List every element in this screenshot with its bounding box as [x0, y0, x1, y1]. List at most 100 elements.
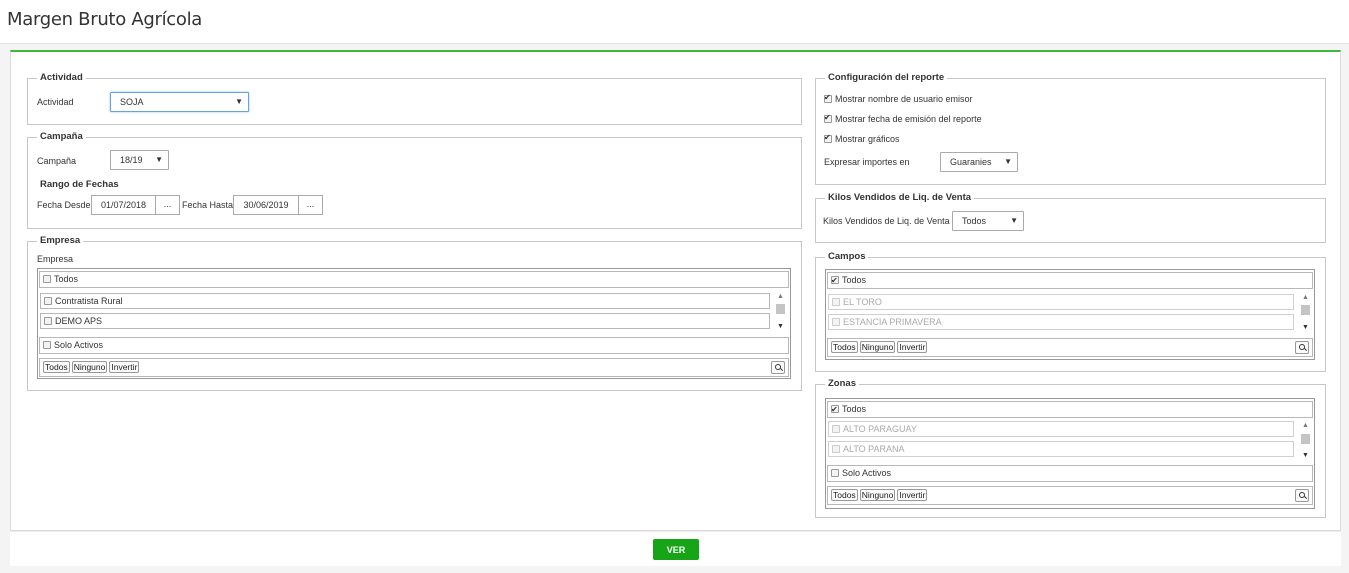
chevron-down-icon: ▼	[1010, 216, 1018, 225]
checkbox-checked-icon[interactable]	[824, 93, 832, 103]
fecha-hasta-input[interactable]: 30/06/2019	[233, 195, 299, 215]
list-item: ALTO PARANA	[828, 441, 1294, 457]
list-item: ALTO PARAGUAY	[828, 421, 1294, 437]
chevron-down-icon: ▼	[1004, 157, 1012, 166]
ver-button[interactable]: VER	[653, 539, 699, 560]
zonas-todos-row[interactable]: Todos	[827, 401, 1313, 418]
importes-value: Guaranies	[950, 157, 992, 167]
checkbox-icon[interactable]	[44, 316, 52, 325]
scroll-up-icon[interactable]: ▲	[1300, 421, 1311, 431]
empresa-label: Empresa	[37, 254, 74, 264]
actividad-select[interactable]: SOJA ▼	[110, 92, 249, 112]
empresa-legend: Empresa	[37, 235, 84, 246]
opt-fecha-emision[interactable]: Mostrar fecha de emisión del reporte	[824, 113, 982, 124]
scroll-thumb[interactable]	[776, 304, 785, 314]
scroll-down-icon[interactable]: ▼	[1300, 323, 1311, 333]
config-fieldset: Configuración del reporte Mostrar nombre…	[815, 72, 1326, 185]
invert-selection-button[interactable]: Invertir	[897, 489, 928, 501]
select-none-button[interactable]: Ninguno	[859, 341, 896, 353]
zonas-list: Todos ALTO PARAGUAY ALTO PARANA ▲ ▼ Solo…	[825, 398, 1315, 509]
actividad-label: Actividad	[37, 97, 74, 107]
checkbox-checked-icon[interactable]	[824, 133, 832, 143]
checkbox-checked-icon[interactable]	[831, 274, 839, 288]
checkbox-icon	[832, 317, 840, 326]
campana-select[interactable]: 18/19 ▼	[110, 150, 169, 170]
select-all-button[interactable]: Todos	[43, 361, 70, 373]
footer-bar: VER	[10, 531, 1341, 566]
chevron-down-icon: ▼	[235, 97, 243, 106]
scroll-thumb[interactable]	[1301, 305, 1310, 315]
invert-selection-button[interactable]: Invertir	[109, 361, 140, 373]
fecha-desde-label: Fecha Desde	[37, 200, 91, 210]
campos-legend: Campos	[825, 251, 869, 262]
scroll-down-icon[interactable]: ▼	[1300, 451, 1311, 461]
search-icon[interactable]	[1295, 341, 1309, 354]
campana-label: Campaña	[37, 156, 77, 166]
opt-mostrar-graficos[interactable]: Mostrar gráficos	[824, 133, 900, 144]
kilos-label: Kilos Vendidos de Liq. de Venta	[823, 216, 950, 226]
checkbox-icon	[832, 297, 840, 306]
checkbox-icon[interactable]	[831, 468, 839, 477]
search-icon[interactable]	[1295, 489, 1309, 502]
report-panel: Actividad Actividad SOJA ▼ Campaña Campa…	[10, 50, 1341, 531]
zonas-fieldset: Zonas Todos ALTO PARAGUAY ALTO PARANA ▲ …	[815, 378, 1326, 518]
campos-fieldset: Campos Todos EL TORO ESTANCIA PRIMAVERA …	[815, 251, 1326, 372]
select-all-button[interactable]: Todos	[831, 341, 858, 353]
fecha-hasta-label: Fecha Hasta	[182, 200, 234, 210]
fecha-hasta-picker-button[interactable]: ...	[298, 195, 323, 215]
scroll-up-icon[interactable]: ▲	[1300, 293, 1311, 303]
kilos-legend: Kilos Vendidos de Liq. de Venta	[825, 192, 975, 203]
empresa-todos-row[interactable]: Todos	[39, 271, 789, 288]
zonas-legend: Zonas	[825, 378, 859, 389]
zonas-scrollbar[interactable]: ▲ ▼	[1300, 421, 1311, 461]
rango-fechas-title: Rango de Fechas	[40, 179, 119, 190]
campana-fieldset: Campaña Campaña 18/19 ▼ Rango de Fechas …	[27, 131, 802, 229]
chevron-down-icon: ▼	[155, 155, 163, 164]
fecha-desde-input[interactable]: 01/07/2018	[91, 195, 156, 215]
empresa-list: Todos Contratista Rural DEMO APS ▲ ▼ Sol…	[37, 268, 791, 379]
zonas-solo-activos-row[interactable]: Solo Activos	[827, 465, 1313, 482]
empresa-fieldset: Empresa Empresa Todos Contratista Rural …	[27, 235, 802, 391]
campana-value: 18/19	[120, 155, 143, 165]
empresa-actions-row: Todos Ninguno Invertir	[39, 358, 789, 377]
actividad-value: SOJA	[120, 97, 144, 107]
select-none-button[interactable]: Ninguno	[859, 489, 896, 501]
list-item: EL TORO	[828, 294, 1294, 310]
top-bar: Margen Bruto Agrícola	[0, 0, 1349, 44]
campos-actions-row: Todos Ninguno Invertir	[827, 338, 1313, 357]
kilos-fieldset: Kilos Vendidos de Liq. de Venta Kilos Ve…	[815, 192, 1326, 243]
checkbox-checked-icon[interactable]	[824, 113, 832, 123]
empresa-scrollbar[interactable]: ▲ ▼	[775, 292, 786, 332]
importes-label: Expresar importes en	[824, 157, 910, 167]
invert-selection-button[interactable]: Invertir	[897, 341, 928, 353]
scroll-down-icon[interactable]: ▼	[775, 322, 786, 332]
campana-legend: Campaña	[37, 131, 86, 142]
actividad-fieldset: Actividad Actividad SOJA ▼	[27, 72, 802, 125]
list-item: ESTANCIA PRIMAVERA	[828, 314, 1294, 330]
opt-usuario-emisor[interactable]: Mostrar nombre de usuario emisor	[824, 93, 973, 104]
page-title: Margen Bruto Agrícola	[7, 9, 203, 30]
scroll-thumb[interactable]	[1301, 434, 1310, 444]
importes-select[interactable]: Guaranies ▼	[940, 152, 1018, 172]
checkbox-icon	[832, 444, 840, 453]
checkbox-icon[interactable]	[43, 274, 51, 283]
list-item[interactable]: DEMO APS	[40, 313, 770, 329]
campos-list: Todos EL TORO ESTANCIA PRIMAVERA ▲ ▼ Tod…	[825, 269, 1315, 360]
config-legend: Configuración del reporte	[825, 72, 948, 83]
zonas-actions-row: Todos Ninguno Invertir	[827, 486, 1313, 505]
empresa-solo-activos-row[interactable]: Solo Activos	[39, 337, 789, 354]
fecha-desde-picker-button[interactable]: ...	[155, 195, 180, 215]
campos-todos-row[interactable]: Todos	[827, 272, 1313, 289]
scroll-up-icon[interactable]: ▲	[775, 292, 786, 302]
select-all-button[interactable]: Todos	[831, 489, 858, 501]
campos-scrollbar[interactable]: ▲ ▼	[1300, 293, 1311, 333]
search-icon[interactable]	[771, 361, 785, 374]
select-none-button[interactable]: Ninguno	[71, 361, 108, 373]
checkbox-icon[interactable]	[44, 296, 52, 305]
checkbox-icon[interactable]	[43, 340, 51, 349]
checkbox-icon	[832, 424, 840, 433]
kilos-select[interactable]: Todos ▼	[952, 211, 1024, 231]
checkbox-checked-icon[interactable]	[831, 403, 839, 417]
kilos-value: Todos	[962, 216, 987, 226]
list-item[interactable]: Contratista Rural	[40, 293, 770, 309]
